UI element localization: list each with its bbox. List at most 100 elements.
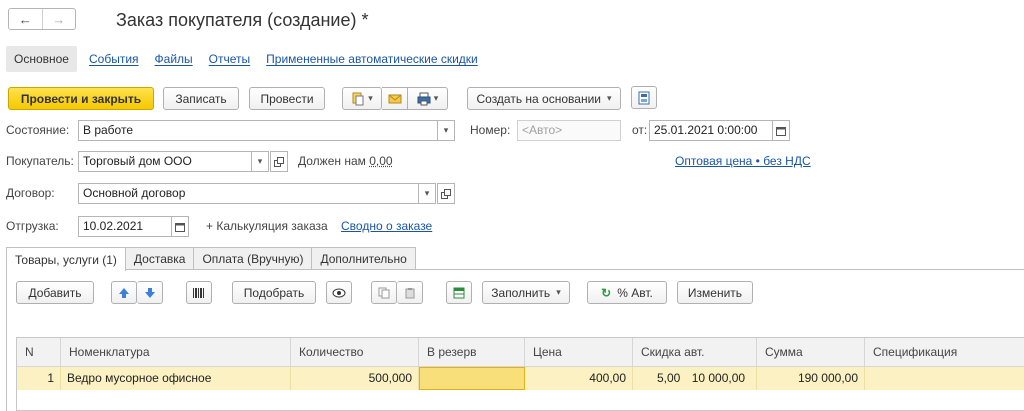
shipment-calendar-button[interactable] [171,216,189,237]
section-tab-discounts[interactable]: Примененные автоматические скидки [266,52,478,66]
tab-payment[interactable]: Оплата (Вручную) [193,247,313,270]
number-field[interactable]: <Авто> [517,120,621,141]
cell-item[interactable]: Ведро мусорное офисное [61,367,291,390]
customer-field[interactable]: Торговый дом ООО [78,151,252,172]
open-icon [274,156,284,167]
customer-open-button[interactable] [270,151,288,172]
date-label: от: [632,123,648,137]
cell-discount-pct: 5,00 [657,371,681,385]
structure-icon [638,91,650,104]
tab-delivery[interactable]: Доставка [124,247,195,270]
price-type-link[interactable]: Оптовая цена • без НДС [675,151,811,171]
state-dropdown-button[interactable]: ▾ [437,120,455,141]
pick-button[interactable]: Подобрать [232,281,316,304]
tab-goods[interactable]: Товары, услуги (1) [6,247,126,271]
chevron-down-icon: ▾ [257,156,263,166]
arrow-up-icon [119,287,129,298]
chevron-down-icon: ▾ [424,188,430,198]
envelope-icon [388,94,401,103]
col-item[interactable]: Номенклатура [61,338,291,367]
barcode-button[interactable] [186,281,212,304]
arrow-down-icon [144,287,155,298]
refresh-icon: ↻ [601,285,612,300]
related-docs-button[interactable]: ▾ [342,87,382,110]
summary-link[interactable]: Сводно о заказе [341,216,432,236]
contract-field[interactable]: Основной договор [78,183,419,204]
post-button[interactable]: Провести [249,87,325,110]
copy-icon [378,287,390,298]
customer-label: Покупатель: [6,154,74,168]
shipment-field[interactable]: 10.02.2021 [78,216,172,237]
contract-label: Договор: [6,186,55,200]
cell-discount[interactable]: 5,00 10 000,00 [633,367,757,390]
cell-spec[interactable] [865,367,1024,390]
add-button[interactable]: Добавить [16,281,94,304]
structure-button[interactable] [631,86,657,109]
back-button[interactable]: ← [9,9,43,29]
open-icon [441,188,451,199]
page-title: Заказ покупателя (создание) * [116,10,369,30]
fill-button[interactable]: Заполнить [482,281,570,304]
contract-open-button[interactable] [437,183,455,204]
printer-icon [417,92,431,105]
arrow-right-icon: → [52,11,66,27]
col-n[interactable]: N [17,338,61,367]
barcode-icon [193,287,204,298]
calendar-icon [175,222,185,232]
customer-dropdown-button[interactable]: ▾ [251,151,269,172]
number-label: Номер: [470,123,511,137]
contract-dropdown-button[interactable]: ▾ [418,183,436,204]
eye-icon [332,288,346,297]
tab-additional[interactable]: Дополнительно [311,247,416,270]
cell-price[interactable]: 400,00 [525,367,633,390]
view-button[interactable] [326,281,352,304]
section-tab-reports[interactable]: Отчеты [209,52,250,66]
forward-button[interactable]: → [43,9,76,29]
debt-label: Должен нам 0,00 [298,154,393,168]
change-button[interactable]: Изменить [677,281,753,304]
section-tab-files[interactable]: Файлы [155,52,193,66]
copy-button[interactable] [371,281,397,304]
auto-discount-button[interactable]: ↻ % Авт. [587,281,667,304]
state-field[interactable]: В работе [78,120,438,141]
col-reserve[interactable]: В резерв [419,338,525,367]
cell-reserve[interactable] [419,367,525,390]
table-row[interactable]: 1 Ведро мусорное офисное 500,000 400,00 … [17,367,1024,390]
arrow-left-icon: ← [18,11,32,27]
section-tabs: Основное События Файлы Отчеты Примененны… [6,46,494,72]
table-header: N Номенклатура Количество В резерв Цена … [17,338,1024,367]
move-up-button[interactable] [111,281,137,304]
calc-toggle[interactable]: + Калькуляция заказа [206,216,328,236]
cell-n[interactable]: 1 [17,367,61,390]
cell-qty[interactable]: 500,000 [291,367,419,390]
section-tab-main[interactable]: Основное [6,46,77,72]
fill-table-button[interactable] [446,281,472,304]
mail-button[interactable] [382,87,408,110]
goods-table: N Номенклатура Количество В резерв Цена … [16,337,1024,411]
section-tab-events[interactable]: События [89,52,139,66]
col-discount[interactable]: Скидка авт. [633,338,757,367]
calendar-button[interactable] [772,120,790,141]
nav-buttons: ← → [8,8,76,30]
col-spec[interactable]: Спецификация [865,338,1024,367]
move-down-button[interactable] [137,281,163,304]
table-icon [453,287,465,298]
col-sum[interactable]: Сумма [757,338,865,367]
col-qty[interactable]: Количество [291,338,419,367]
documents-icon [352,92,364,105]
shipment-label: Отгрузка: [6,219,59,233]
document-tabs: Товары, услуги (1) Доставка Оплата (Вруч… [6,247,416,271]
col-price[interactable]: Цена [525,338,633,367]
print-button[interactable]: ▾ [408,87,448,110]
calendar-icon [776,126,786,136]
chevron-down-icon: ▾ [443,125,449,135]
create-based-on-button[interactable]: Создать на основании [467,87,621,110]
cell-sum[interactable]: 190 000,00 [757,367,865,390]
paste-button[interactable] [397,281,423,304]
paste-icon [405,287,414,298]
date-field[interactable]: 25.01.2021 0:00:00 [649,120,773,141]
save-button[interactable]: Записать [163,87,239,110]
post-and-close-button[interactable]: Провести и закрыть [8,87,154,110]
debt-value[interactable]: 0,00 [369,154,392,168]
state-label: Состояние: [6,123,70,137]
